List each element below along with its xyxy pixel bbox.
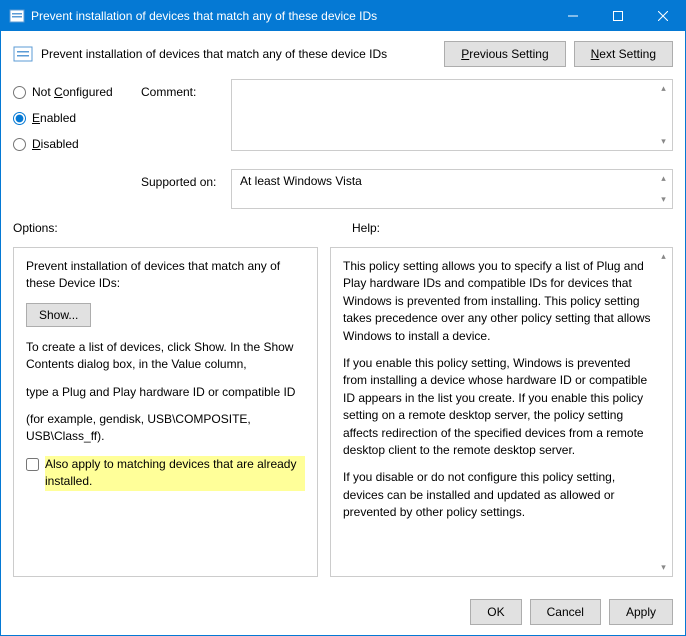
radio-not-configured-input[interactable] — [13, 86, 26, 99]
next-setting-button[interactable]: Next Setting — [574, 41, 673, 67]
header: Prevent installation of devices that mat… — [1, 31, 685, 71]
options-text: To create a list of devices, click Show.… — [26, 339, 305, 374]
help-label: Help: — [352, 221, 380, 235]
scroll-down-icon[interactable]: ▾ — [655, 133, 672, 150]
also-apply-checkbox-row[interactable]: Also apply to matching devices that are … — [26, 456, 305, 491]
also-apply-label: Also apply to matching devices that are … — [45, 456, 305, 491]
help-panel: This policy setting allows you to specif… — [330, 247, 673, 577]
supported-label: Supported on: — [141, 169, 223, 209]
policy-icon — [9, 8, 25, 24]
options-label: Options: — [13, 221, 58, 235]
scroll-up-icon[interactable]: ▴ — [661, 250, 666, 263]
ok-button[interactable]: OK — [470, 599, 521, 625]
previous-setting-button[interactable]: Previous Setting — [444, 41, 565, 67]
supported-value: At least Windows Vista — [240, 174, 362, 188]
dialog-buttons: OK Cancel Apply — [1, 589, 685, 635]
scroll-down-icon[interactable]: ▾ — [655, 191, 672, 208]
comment-label: Comment: — [141, 79, 223, 151]
help-text: If you disable or do not configure this … — [343, 469, 654, 521]
apply-button[interactable]: Apply — [609, 599, 673, 625]
also-apply-checkbox[interactable] — [26, 458, 39, 471]
help-text: If you enable this policy setting, Windo… — [343, 355, 654, 459]
radio-disabled[interactable]: Disabled — [13, 137, 131, 151]
state-radios: Not Configured Enabled Disabled — [13, 79, 131, 209]
cancel-button[interactable]: Cancel — [530, 599, 601, 625]
options-panel: Prevent installation of devices that mat… — [13, 247, 318, 577]
radio-disabled-input[interactable] — [13, 138, 26, 151]
scroll-up-icon[interactable]: ▴ — [655, 170, 672, 187]
radio-enabled-input[interactable] — [13, 112, 26, 125]
help-text: This policy setting allows you to specif… — [343, 258, 654, 345]
close-button[interactable] — [640, 1, 685, 31]
show-button[interactable]: Show... — [26, 303, 91, 327]
policy-dialog: Prevent installation of devices that mat… — [0, 0, 686, 636]
radio-not-configured[interactable]: Not Configured — [13, 85, 131, 99]
titlebar: Prevent installation of devices that mat… — [1, 1, 685, 31]
supported-textbox: At least Windows Vista ▴ ▾ — [231, 169, 673, 209]
maximize-button[interactable] — [595, 1, 640, 31]
policy-icon — [13, 44, 33, 64]
scroll-up-icon[interactable]: ▴ — [655, 80, 672, 97]
options-text: (for example, gendisk, USB\COMPOSITE, US… — [26, 411, 305, 446]
minimize-button[interactable] — [550, 1, 595, 31]
options-text: Prevent installation of devices that mat… — [26, 258, 305, 293]
comment-textbox[interactable]: ▴ ▾ — [231, 79, 673, 151]
header-title: Prevent installation of devices that mat… — [41, 47, 444, 61]
options-text: type a Plug and Play hardware ID or comp… — [26, 384, 305, 401]
radio-enabled[interactable]: Enabled — [13, 111, 131, 125]
scroll-down-icon[interactable]: ▾ — [661, 561, 666, 574]
scrollbar[interactable]: ▴ ▾ — [655, 248, 672, 576]
window-title: Prevent installation of devices that mat… — [31, 9, 550, 23]
